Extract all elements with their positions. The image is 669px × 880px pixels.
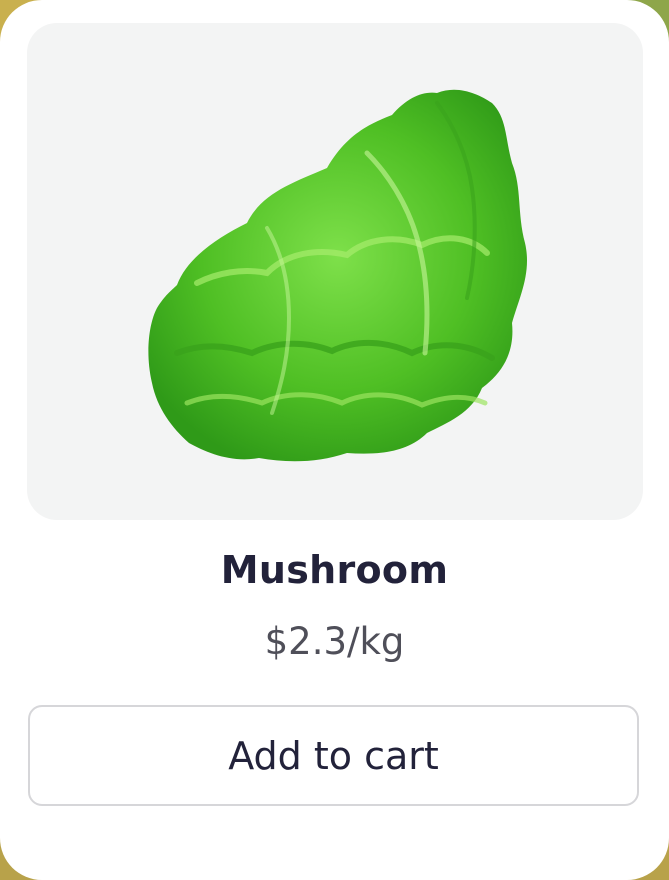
lettuce-icon [148,89,528,462]
lettuce-leaves [148,89,528,462]
product-card[interactable]: Mushroom $2.3/kg Add to cart [0,0,669,880]
product-image-container [27,23,643,520]
product-title: Mushroom [220,548,449,592]
add-to-cart-button[interactable]: Add to cart [28,705,639,806]
product-price: $2.3/kg [264,620,405,663]
